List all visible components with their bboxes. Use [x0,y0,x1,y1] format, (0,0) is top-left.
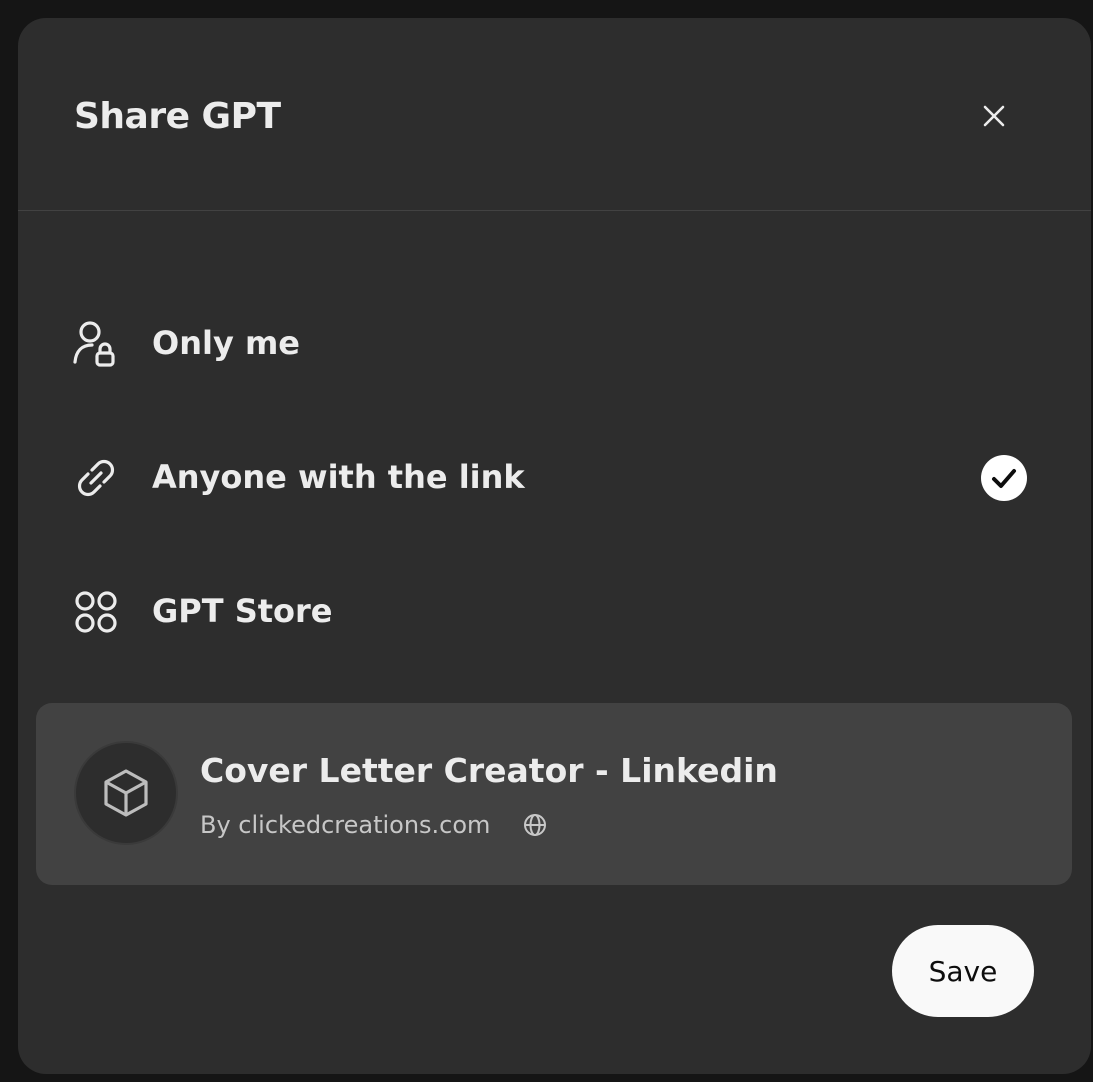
share-gpt-dialog: Share GPT Only me Anyone with the link G… [18,18,1091,1074]
dialog-title: Share GPT [74,96,281,137]
close-icon [983,105,1005,127]
gpt-name: Cover Letter Creator - Linkedin [200,751,778,790]
cube-icon [104,769,148,817]
person-lock-icon [73,321,115,367]
gpt-card: Cover Letter Creator - Linkedin By click… [36,703,1072,885]
apps-grid-icon [75,591,117,633]
share-option-label: Anyone with the link [152,458,525,496]
gpt-author: By clickedcreations.com [200,811,491,839]
link-icon [77,459,115,497]
share-option-label: Only me [152,324,300,362]
share-option-gpt-store[interactable]: GPT Store [58,562,1051,658]
close-button[interactable] [970,92,1018,140]
share-option-label: GPT Store [152,592,333,630]
share-option-only-me[interactable]: Only me [58,294,1051,390]
gpt-avatar [74,741,178,845]
share-option-anyone-with-link[interactable]: Anyone with the link [58,428,1051,524]
save-button[interactable]: Save [892,925,1034,1017]
dialog-header: Share GPT [18,18,1091,211]
checkmark-circle-icon [981,455,1027,501]
globe-icon [524,814,547,836]
gpt-author-line: By clickedcreations.com [200,811,548,839]
